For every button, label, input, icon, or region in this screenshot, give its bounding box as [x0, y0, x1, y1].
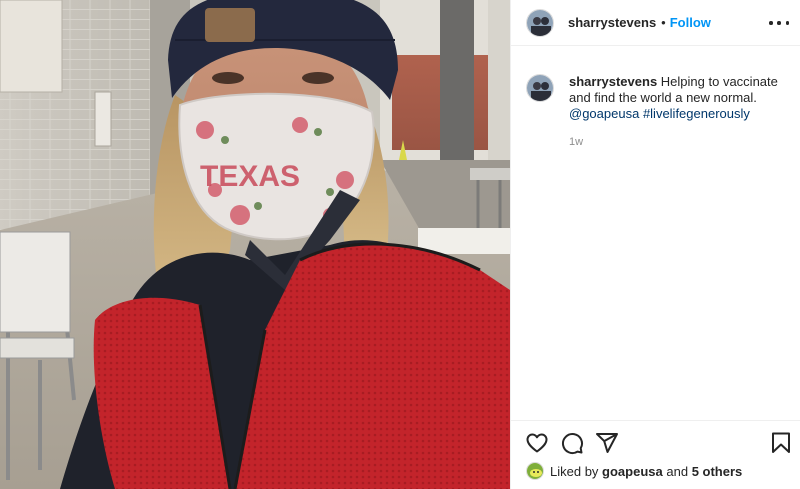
liker-avatar[interactable] [526, 462, 544, 480]
selfie-image: TEXAS [0, 0, 510, 489]
action-bar [511, 420, 800, 464]
liked-by-prefix: Liked by [550, 463, 599, 479]
likes-others-count[interactable]: 5 others [692, 464, 743, 479]
caption-avatar[interactable] [526, 74, 554, 102]
post-caption: sharrystevens Helping to vaccinate and f… [526, 74, 788, 150]
header-separator: • [661, 15, 666, 30]
post-photo[interactable]: TEXAS [0, 0, 510, 489]
paper-plane-icon[interactable] [595, 431, 619, 455]
liker-username[interactable]: goapeusa [602, 464, 663, 479]
caption-username[interactable]: sharrystevens [569, 74, 657, 89]
bookmark-icon[interactable] [769, 431, 793, 455]
follow-button[interactable]: Follow [670, 15, 711, 30]
post-timestamp[interactable]: 1w [569, 134, 788, 150]
author-username[interactable]: sharrystevens [568, 15, 656, 30]
caption-body: sharrystevens Helping to vaccinate and f… [569, 74, 788, 150]
svg-text:TEXAS: TEXAS [200, 160, 300, 193]
caption-hashtag[interactable]: #livelifegenerously [643, 106, 750, 121]
likes-and: and [666, 463, 689, 479]
post-header: sharrystevens • Follow [511, 0, 800, 46]
post-sidebar: sharrystevens • Follow sharrystevens Hel… [510, 0, 800, 489]
likes-summary: Liked by goapeusa and 5 others [526, 462, 742, 480]
heart-icon[interactable] [525, 431, 549, 455]
caption-mention[interactable]: @goapeusa [569, 106, 639, 121]
author-avatar[interactable] [526, 8, 554, 37]
more-options-icon[interactable] [769, 14, 789, 32]
comment-icon[interactable] [560, 431, 584, 455]
